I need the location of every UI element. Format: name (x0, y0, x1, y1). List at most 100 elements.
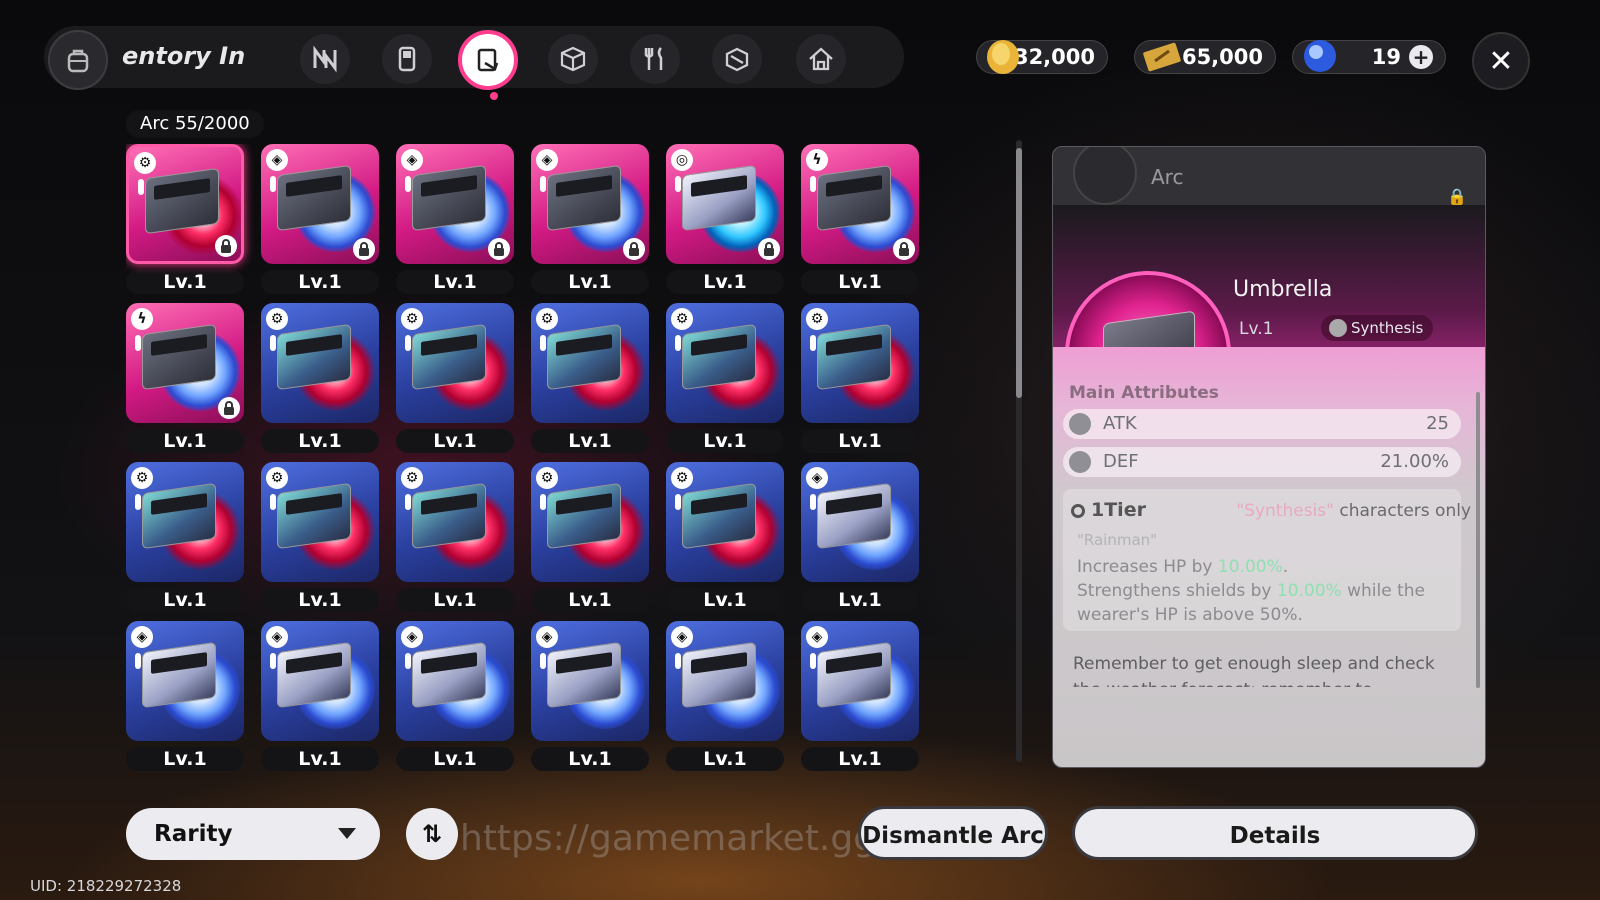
arc-item[interactable]: ⚙ Lv.1 (531, 303, 649, 453)
arc-item-card[interactable]: ⚙ (261, 462, 379, 582)
arc-item[interactable]: ⚙ Lv.1 (126, 462, 244, 612)
utensils-icon (644, 47, 663, 70)
arc-item-card[interactable]: ⚙ (261, 303, 379, 423)
arc-item[interactable]: ⚙ Lv.1 (666, 462, 784, 612)
arc-item-level: Lv.1 (531, 747, 649, 771)
arc-art-box (412, 323, 486, 391)
arc-item-card[interactable]: ⚙ (531, 462, 649, 582)
lock-toggle-icon[interactable]: 🔒 (1447, 187, 1467, 206)
inventory-label: Arc (140, 113, 170, 134)
arc-item[interactable]: ◈ Lv.1 (261, 621, 379, 771)
tab-box[interactable] (712, 34, 762, 84)
arc-item[interactable]: ◎ Lv.1 (666, 144, 784, 294)
arc-item[interactable]: ◈ Lv.1 (801, 621, 919, 771)
arc-item[interactable]: ◈ Lv.1 (261, 144, 379, 294)
inventory-count: 55/2000 (174, 113, 250, 134)
atk-icon (1069, 413, 1091, 435)
arc-item-card[interactable]: ◈ (801, 621, 919, 741)
cube-type-icon: ◈ (131, 626, 153, 648)
detail-scrollbar[interactable] (1476, 392, 1480, 688)
arc-item[interactable]: ◈ Lv.1 (666, 621, 784, 771)
tab-console[interactable] (382, 34, 432, 84)
close-button[interactable]: ✕ (1472, 32, 1530, 90)
cube-type-icon: ◈ (266, 626, 288, 648)
arc-item[interactable]: ⚙ Lv.1 (396, 303, 514, 453)
arc-item-card[interactable]: ◈ (261, 621, 379, 741)
arc-item-card[interactable]: ⚙ (666, 462, 784, 582)
arc-item-card[interactable]: ϟ (801, 144, 919, 264)
arc-item-card[interactable]: ◈ (531, 621, 649, 741)
sort-order-button[interactable]: ⇅ (406, 808, 458, 860)
details-button[interactable]: Details (1072, 806, 1478, 860)
tier-requirement: "Synthesis" characters only (1236, 501, 1471, 521)
arc-item[interactable]: ◈ Lv.1 (531, 144, 649, 294)
tier-rank-icon (405, 176, 411, 192)
arc-item[interactable]: ◈ Lv.1 (126, 621, 244, 771)
arc-item-card[interactable]: ⚙ (126, 462, 244, 582)
arc-item-card[interactable]: ϟ (126, 303, 244, 423)
arc-item-card[interactable]: ⚙ (396, 462, 514, 582)
arc-art-box (142, 323, 216, 391)
arc-item[interactable]: ⚙ Lv.1 (801, 303, 919, 453)
arc-item-card[interactable]: ⚙ (531, 303, 649, 423)
arc-item-card[interactable]: ⚙ (126, 144, 244, 264)
arc-item[interactable]: ⚙ Lv.1 (531, 462, 649, 612)
arc-item[interactable]: ⚙ Lv.1 (396, 462, 514, 612)
cube-type-icon: ◈ (536, 149, 558, 171)
arc-item-card[interactable]: ◈ (261, 144, 379, 264)
item-level: Lv.1 (1239, 319, 1274, 339)
arc-item-level: Lv.1 (531, 270, 649, 294)
tier-rank-icon (135, 494, 141, 510)
arc-item-level: Lv.1 (126, 429, 244, 453)
arc-item-card[interactable]: ◈ (396, 621, 514, 741)
gear-type-icon: ⚙ (401, 308, 423, 330)
tab-arc[interactable] (458, 30, 518, 90)
arc-item[interactable]: ⚙ Lv.1 (261, 303, 379, 453)
arc-item-card[interactable]: ⚙ (666, 303, 784, 423)
arc-item-card[interactable]: ◈ (666, 621, 784, 741)
tab-n-logo[interactable] (300, 34, 350, 84)
arc-item-card[interactable]: ◈ (396, 144, 514, 264)
gear-type-icon: ⚙ (671, 308, 693, 330)
arc-item-card[interactable]: ⚙ (396, 303, 514, 423)
arc-item-card[interactable]: ⚙ (801, 303, 919, 423)
arc-item-level: Lv.1 (261, 270, 379, 294)
arc-item-card[interactable]: ◎ (666, 144, 784, 264)
arc-item-level: Lv.1 (801, 429, 919, 453)
arc-item[interactable]: ϟ Lv.1 (801, 144, 919, 294)
arc-item[interactable]: ϟ Lv.1 (126, 303, 244, 453)
grid-scroll-thumb[interactable] (1016, 148, 1022, 398)
cube-type-icon: ◈ (536, 626, 558, 648)
tab-cube[interactable] (548, 34, 598, 84)
arc-grid: ⚙ Lv.1 ◈ Lv.1 ◈ Lv.1 ◈ Lv.1 ◎ Lv.1 ϟ Lv.1 ϟ Lv.1 ⚙ Lv.1… (126, 144, 936, 780)
arc-item[interactable]: ⚙ Lv.1 (126, 144, 244, 294)
cube-type-icon: ◈ (401, 626, 423, 648)
dismantle-arc-button[interactable]: Dismantle Arc (858, 806, 1048, 860)
arc-art-box (682, 482, 756, 550)
gem-amount: 19 (1371, 45, 1401, 69)
rarity-filter-dropdown[interactable]: Rarity (126, 808, 380, 860)
tab-food[interactable] (630, 34, 680, 84)
arc-item[interactable]: ◈ Lv.1 (801, 462, 919, 612)
arc-item[interactable]: ◈ Lv.1 (531, 621, 649, 771)
tier-rank-icon (135, 653, 141, 669)
arc-item[interactable]: ⚙ Lv.1 (261, 462, 379, 612)
arc-item-card[interactable]: ◈ (531, 144, 649, 264)
arc-item[interactable]: ◈ Lv.1 (396, 144, 514, 294)
arc-item-level: Lv.1 (666, 429, 784, 453)
tier-title: 1Tier (1071, 499, 1146, 521)
arc-item[interactable]: ◈ Lv.1 (396, 621, 514, 771)
add-gems-button[interactable]: + (1409, 45, 1433, 69)
main-attributes-title: Main Attributes (1069, 383, 1219, 403)
gear-type-icon: ⚙ (806, 308, 828, 330)
arc-item-level: Lv.1 (666, 747, 784, 771)
arc-item-level: Lv.1 (801, 270, 919, 294)
arc-art-box (277, 323, 351, 391)
arc-item-card[interactable]: ◈ (801, 462, 919, 582)
arc-item-card[interactable]: ◈ (126, 621, 244, 741)
tier-requirement-type: "Synthesis" (1236, 501, 1334, 521)
tab-home[interactable] (796, 34, 846, 84)
inventory-title: entory In (122, 42, 246, 70)
arc-item[interactable]: ⚙ Lv.1 (666, 303, 784, 453)
bolt-type-icon: ϟ (131, 308, 153, 330)
